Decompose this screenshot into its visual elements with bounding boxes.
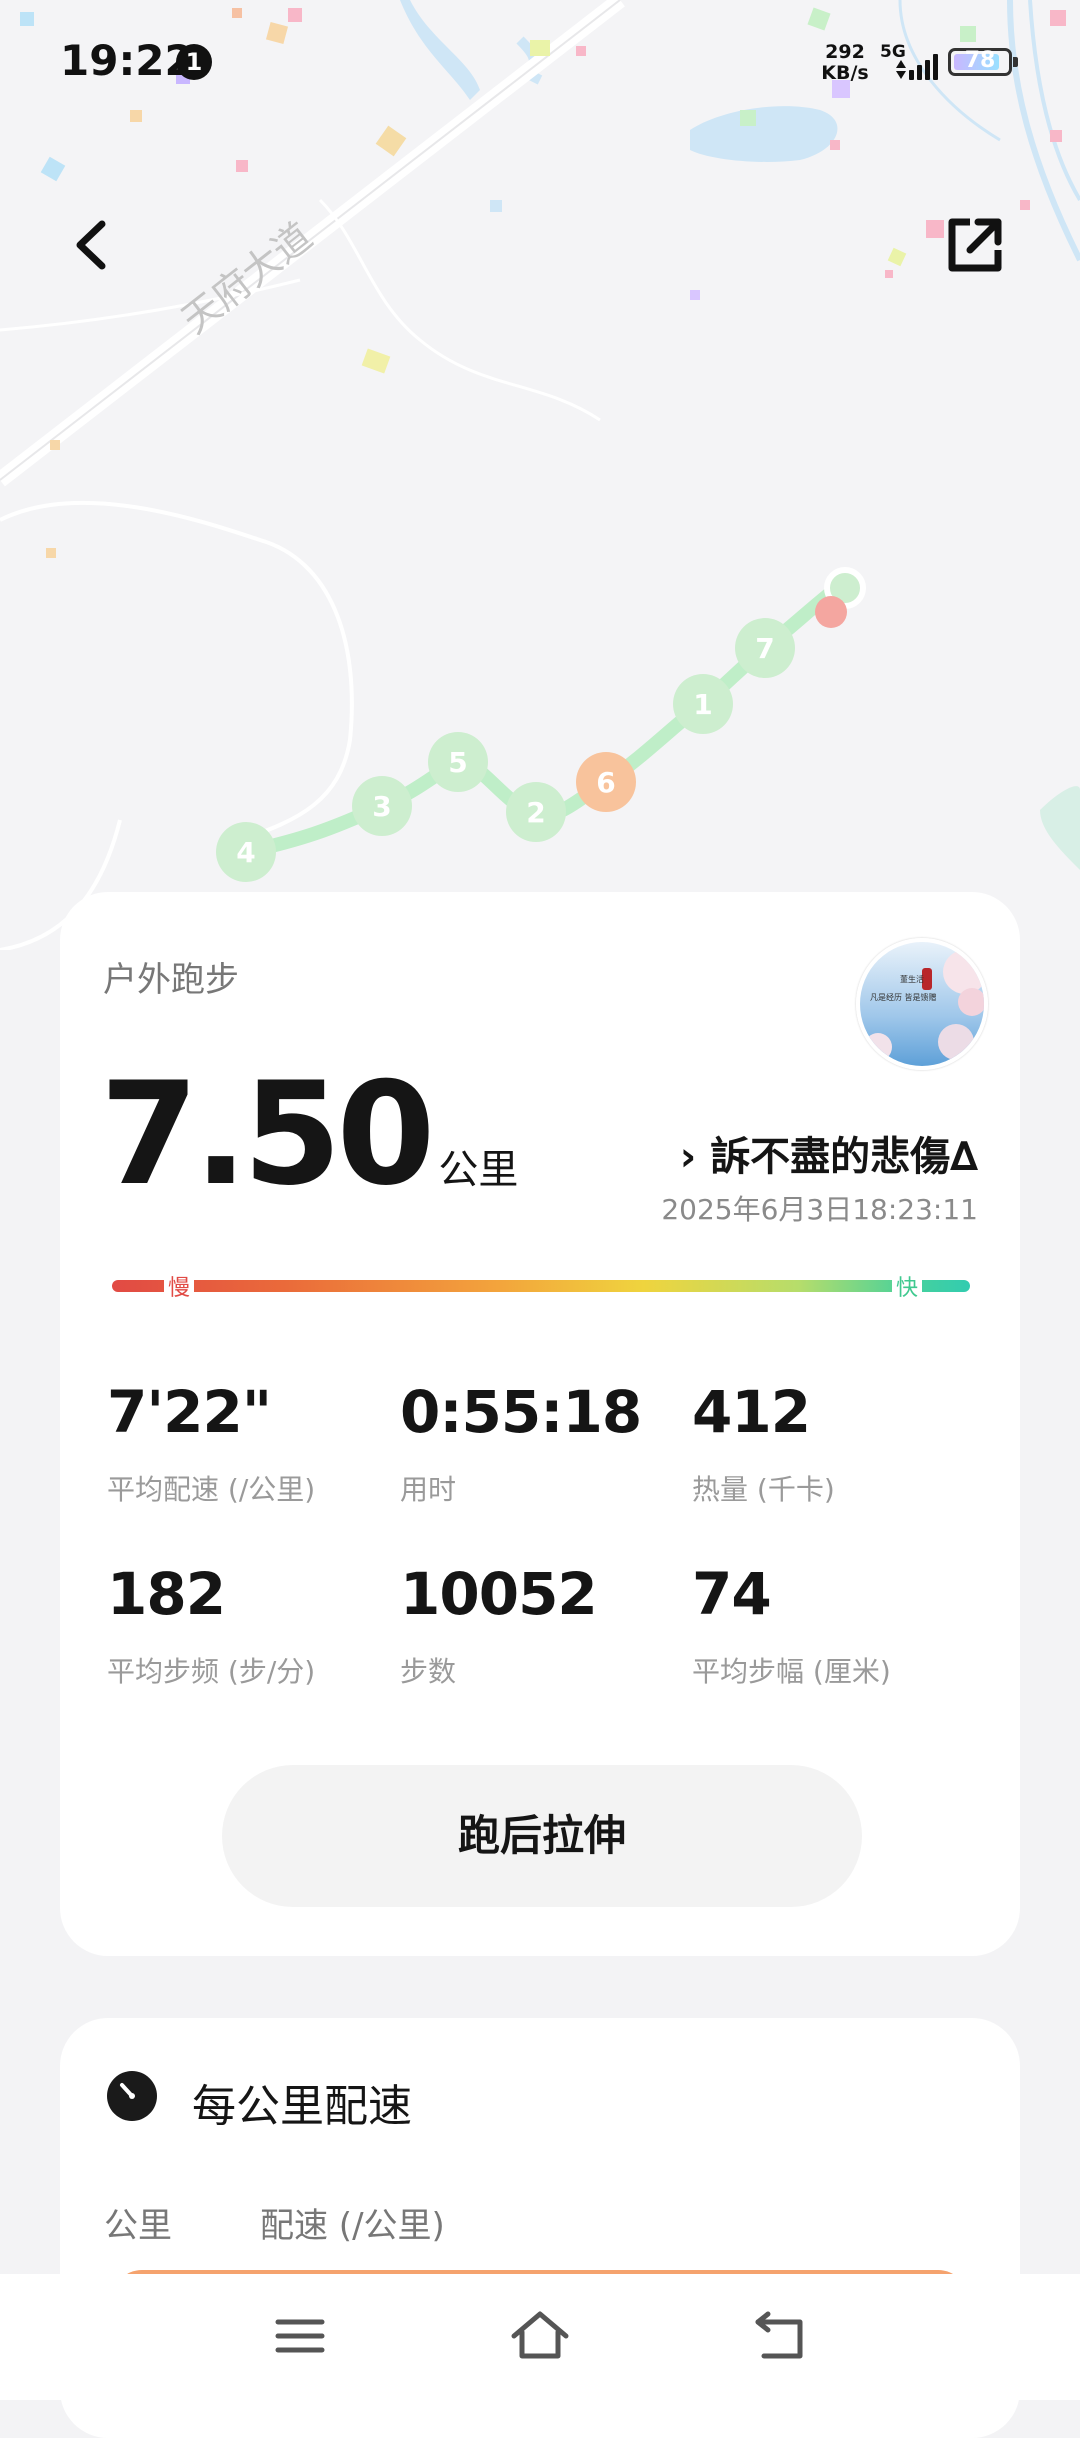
- route-map[interactable]: 天府大道 4 3 5 2 6 1 7: [0, 0, 1080, 950]
- signal-icon: [896, 54, 938, 80]
- stat-value: 412: [692, 1378, 811, 1446]
- stat-value: 10052: [400, 1560, 598, 1628]
- distance-value: 7.50: [100, 1052, 435, 1217]
- stat-label: 平均配速 (/公里): [107, 1473, 316, 1506]
- stat-calories: 412 热量 (千卡): [692, 1378, 972, 1508]
- stat-avg-pace: 7'22" 平均配速 (/公里): [107, 1378, 387, 1508]
- speedometer-icon: [107, 2071, 157, 2121]
- navigation-bar: [0, 2274, 1080, 2400]
- column-km: 公里: [104, 2206, 172, 2246]
- stat-value: 0:55:18: [400, 1378, 642, 1446]
- avatar-text-title: 董生活: [900, 974, 924, 984]
- km-marker-7[interactable]: 7: [755, 632, 774, 665]
- km-marker-3[interactable]: 3: [372, 790, 391, 823]
- home-icon[interactable]: [508, 2304, 572, 2368]
- pace-fast-label: 快: [892, 1270, 923, 1302]
- pace-gradient-bar: [112, 1280, 970, 1292]
- stat-steps: 10052 步数: [400, 1560, 680, 1690]
- km-marker-4[interactable]: 4: [236, 836, 255, 869]
- share-icon[interactable]: [940, 210, 1010, 280]
- avatar[interactable]: 董生活 凡是经历 皆是馈赠: [856, 938, 988, 1070]
- network-speed-value: 292: [825, 41, 865, 63]
- user-name-link[interactable]: › 訴不盡的悲傷∆: [680, 1124, 978, 1182]
- stat-label: 热量 (千卡): [692, 1473, 835, 1506]
- network-speed: 292 KB/s: [820, 42, 870, 84]
- stat-label: 用时: [400, 1473, 457, 1506]
- stat-value: 7'22": [107, 1378, 272, 1446]
- run-summary-card: 户外跑步 董生活 凡是经历 皆是馈赠 7.50 公里 › 訴不盡的悲傷∆ 2025…: [60, 892, 1020, 1956]
- pace-slow-label: 慢: [164, 1270, 195, 1302]
- network-speed-unit: KB/s: [821, 62, 869, 84]
- column-pace: 配速 (/公里): [260, 2206, 445, 2246]
- stat-duration: 0:55:18 用时: [400, 1378, 680, 1508]
- km-marker-2[interactable]: 2: [526, 796, 545, 829]
- run-datetime: 2025年6月3日18:23:11: [661, 1193, 978, 1226]
- battery-level: 78: [964, 48, 996, 73]
- menu-icon[interactable]: [268, 2304, 332, 2368]
- back-nav-icon[interactable]: [748, 2304, 812, 2368]
- stat-label: 平均步幅 (厘米): [692, 1655, 891, 1688]
- km-marker-1[interactable]: 1: [693, 688, 712, 721]
- back-icon[interactable]: [62, 210, 122, 280]
- user-name: 訴不盡的悲傷∆: [710, 1134, 978, 1180]
- stat-stride: 74 平均步幅 (厘米): [692, 1560, 972, 1690]
- user-chevron-icon: ›: [679, 1134, 697, 1180]
- avatar-text-quote: 凡是经历 皆是馈赠: [870, 992, 937, 1002]
- route-end-marker: [815, 596, 847, 628]
- notification-badge: 1: [176, 44, 212, 80]
- stat-value: 182: [107, 1560, 226, 1628]
- distance-unit: 公里: [438, 1147, 519, 1193]
- status-bar: 19:22 1 292 KB/s 5G 78: [0, 0, 1080, 120]
- pace-section-title: 每公里配速: [192, 2081, 412, 2132]
- stat-cadence: 182 平均步频 (步/分): [107, 1560, 387, 1690]
- km-marker-5[interactable]: 5: [448, 746, 467, 779]
- post-run-stretch-button[interactable]: 跑后拉伸: [222, 1765, 862, 1907]
- status-time: 19:22: [60, 36, 194, 85]
- battery-icon: 78: [948, 48, 1012, 76]
- stat-label: 平均步频 (步/分): [107, 1655, 316, 1688]
- sport-type-label: 户外跑步: [103, 960, 239, 1000]
- stat-value: 74: [692, 1560, 772, 1628]
- stat-label: 步数: [400, 1655, 457, 1688]
- km-marker-6[interactable]: 6: [596, 766, 615, 799]
